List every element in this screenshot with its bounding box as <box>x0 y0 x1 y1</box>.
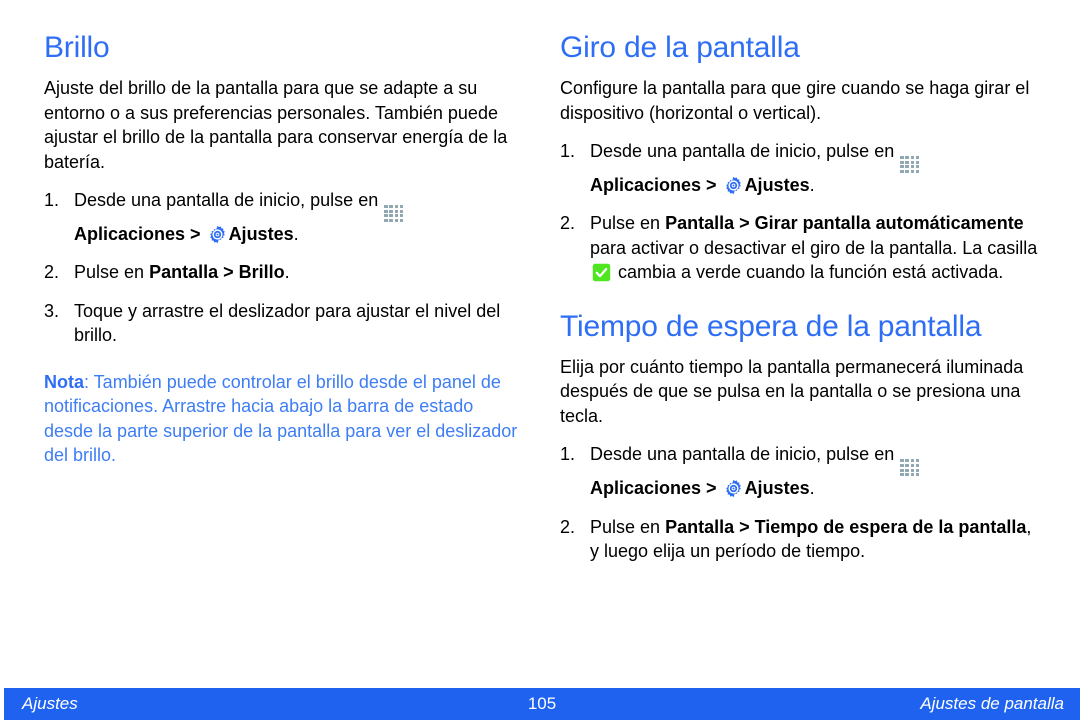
list-item: 1. Desde una pantalla de inicio, pulse en… <box>560 442 1038 500</box>
step-text: Pulse en <box>590 213 666 234</box>
right-column: Giro de la pantalla Configure la pantall… <box>560 30 1038 564</box>
step-text-end: . <box>809 174 815 195</box>
steps-list-giro: 1. Desde una pantalla de inicio, pulse en… <box>560 139 1038 285</box>
list-item: 1. Desde una pantalla de inicio, pulse en… <box>44 188 522 246</box>
note-label: Nota <box>44 371 84 392</box>
footer-right-label: Ajustes de pantalla <box>920 694 1064 713</box>
gear-icon[interactable] <box>724 479 743 498</box>
list-item: 2. Pulse en Pantalla > Brillo. <box>44 260 522 285</box>
step-text-end: cambia a verde cuando la función está ac… <box>613 262 1004 283</box>
step-text-end: . <box>293 223 299 244</box>
step-number: 1. <box>560 444 576 465</box>
path-separator: > <box>218 262 239 283</box>
list-item: 3. Toque y arrastre el deslizador para aj… <box>44 299 522 348</box>
step-text: Pulse en <box>590 516 666 537</box>
gear-icon[interactable] <box>208 225 227 244</box>
intro-paragraph-tiempo-espera: Elija por cuánto tiempo la pantalla perm… <box>560 356 1024 426</box>
page-title-brillo: Brillo <box>44 31 110 64</box>
settings-label: Ajustes <box>744 478 810 499</box>
green-checkbox-icon[interactable] <box>592 263 611 282</box>
step-number: 3. <box>44 300 60 321</box>
apps-grid-icon[interactable] <box>900 155 920 173</box>
menu-pantalla: Pantalla <box>149 262 219 283</box>
step-text: Desde una pantalla de inicio, pulse en <box>590 141 900 161</box>
steps-list-tiempo-espera: 1. Desde una pantalla de inicio, pulse en… <box>560 442 1038 563</box>
section-tiempo-espera: Tiempo de espera de la pantalla Elija po… <box>560 309 1038 564</box>
step-text: Toque y arrastre el deslizador para ajus… <box>74 300 501 346</box>
list-item: 2. Pulse en Pantalla > Tiempo de espera d… <box>560 515 1038 564</box>
list-item: 2. Pulse en Pantalla > Girar pantalla aut… <box>560 211 1038 285</box>
intro-paragraph-brillo: Ajuste del brillo de la pantalla para qu… <box>44 78 508 172</box>
section-giro-pantalla: Giro de la pantalla Configure la pantall… <box>560 30 1038 285</box>
apps-grid-icon[interactable] <box>384 204 404 222</box>
menu-pantalla: Pantalla <box>665 213 735 234</box>
step-text: Desde una pantalla de inicio, pulse en <box>74 190 384 210</box>
path-separator: > <box>734 213 755 234</box>
page-footer: Ajustes 105 Ajustes de pantalla <box>4 688 1080 720</box>
note-paragraph: Nota: También puede controlar el brillo … <box>44 370 522 468</box>
menu-girar-pantalla-automaticamente: Girar pantalla automáticamente <box>754 213 1024 234</box>
gear-icon[interactable] <box>724 176 743 195</box>
step-number: 2. <box>44 262 60 283</box>
step-number: 1. <box>44 190 60 210</box>
note-text: : También puede controlar el brillo desd… <box>44 371 518 466</box>
document-page: Brillo Ajuste del brillo de la pantalla … <box>0 0 1080 688</box>
path-separator: > <box>734 516 755 537</box>
settings-label: Ajustes <box>228 223 294 244</box>
apps-label: Aplicaciones <box>590 478 702 499</box>
menu-pantalla: Pantalla <box>665 516 735 537</box>
step-number: 1. <box>560 141 576 161</box>
step-number: 2. <box>560 213 576 234</box>
settings-label: Ajustes <box>744 174 810 195</box>
page-title-giro-pantalla: Giro de la pantalla <box>560 31 800 64</box>
path-separator: > <box>701 174 722 195</box>
step-text-end: . <box>809 478 815 499</box>
step-number: 2. <box>560 516 576 537</box>
step-text: Pulse en <box>74 262 150 283</box>
section-brillo: Brillo Ajuste del brillo de la pantalla … <box>44 30 522 468</box>
apps-label: Aplicaciones <box>590 174 702 195</box>
apps-label: Aplicaciones <box>74 223 186 244</box>
list-item: 1. Desde una pantalla de inicio, pulse en… <box>560 139 1038 197</box>
path-separator: > <box>701 478 722 499</box>
path-separator: > <box>185 223 206 244</box>
page-title-tiempo-espera: Tiempo de espera de la pantalla <box>560 309 982 343</box>
intro-paragraph-giro: Configure la pantalla para que gire cuan… <box>560 78 1030 123</box>
menu-brillo: Brillo <box>238 262 285 283</box>
footer-page-number: 105 <box>527 694 557 713</box>
menu-tiempo-de-espera: Tiempo de espera de la pantalla <box>754 516 1027 537</box>
steps-list-brillo: 1. Desde una pantalla de inicio, pulse en… <box>44 188 522 348</box>
step-text: Desde una pantalla de inicio, pulse en <box>590 444 900 465</box>
left-column: Brillo Ajuste del brillo de la pantalla … <box>44 30 522 468</box>
step-text-middle: para activar o desactivar el giro de la … <box>590 237 1038 258</box>
apps-grid-icon[interactable] <box>900 459 920 477</box>
step-text-end: . <box>284 262 290 283</box>
